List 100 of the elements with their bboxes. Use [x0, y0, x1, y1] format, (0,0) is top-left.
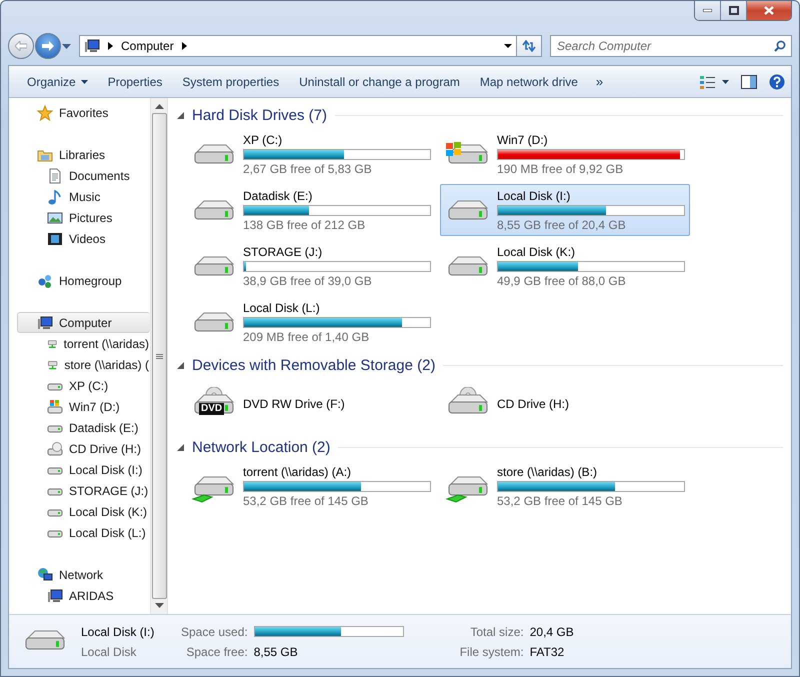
nav-item[interactable]: Pictures	[17, 207, 150, 228]
film-icon	[47, 230, 63, 246]
left-arrow-icon	[15, 41, 27, 51]
maximize-icon	[728, 6, 738, 15]
detail-label: Space used:	[181, 624, 248, 638]
free-space-text: 2,67 GB free of 5,83 GB	[243, 162, 373, 176]
drive-name: Local Disk (I:)	[497, 188, 572, 202]
view-list-icon	[700, 74, 716, 88]
scrollbar[interactable]	[150, 98, 167, 614]
scroll-thumb[interactable]	[152, 113, 166, 599]
free-space-text: 38,9 GB free of 39,0 GB	[243, 274, 373, 288]
search-field[interactable]: Search Computer	[550, 35, 792, 57]
drive-item[interactable]: STORAGE (J:) 38,9 GB free of 39,0 GB	[186, 240, 436, 292]
group-header[interactable]: Devices with Removable Storage (2)	[192, 356, 436, 374]
drive-name: CD Drive (H:)	[497, 397, 569, 411]
nav-item[interactable]: Local Disk (I:)	[17, 459, 150, 480]
drive-item[interactable]: Local Disk (K:) 49,9 GB free of 88,0 GB	[440, 240, 690, 292]
detail-label: Space free:	[185, 644, 248, 658]
nav-item[interactable]: STORAGE (J:)	[17, 480, 150, 501]
group-header[interactable]: Hard Disk Drives (7)	[192, 106, 328, 124]
computer-icon	[47, 588, 63, 604]
toolbar-button[interactable]: Map network drive	[470, 68, 588, 94]
document-icon	[47, 168, 63, 184]
drive-item[interactable]: Local Disk (I:) 8,55 GB free of 20,4 GB	[440, 184, 690, 236]
minimize-button[interactable]	[695, 1, 721, 20]
nav-item[interactable]: torrent (\\aridas)	[17, 333, 150, 354]
homegroup-icon	[37, 272, 53, 288]
drive-name: XP (C:)	[243, 132, 284, 146]
toolbar-button[interactable]: Properties	[98, 68, 172, 94]
forward-button[interactable]	[35, 33, 61, 59]
nav-item[interactable]: Videos	[17, 228, 150, 249]
nav-item[interactable]: Local Disk (L:)	[17, 522, 150, 543]
star-icon	[37, 104, 53, 120]
nav-item[interactable]: Homegroup	[17, 270, 150, 291]
free-space-text: 190 MB free of 9,92 GB	[497, 162, 624, 176]
drive-item[interactable]: Local Disk (L:) 209 MB free of 1,40 GB	[186, 296, 436, 348]
drive-name: Local Disk (L:)	[243, 300, 321, 314]
nav-item[interactable]: XP (C:)	[17, 375, 150, 396]
caret-icon	[80, 80, 88, 84]
close-icon	[764, 6, 774, 15]
toolbar-button[interactable]: System properties	[172, 68, 290, 94]
drive-type: Local Disk	[81, 644, 138, 658]
nav-item[interactable]: Favorites	[17, 102, 150, 123]
refresh-arrows-icon	[522, 40, 536, 52]
picture-icon	[47, 210, 63, 226]
drive-name: Datadisk (E:)	[243, 188, 314, 202]
drive-name: Local Disk (I:)	[81, 624, 156, 638]
nav-item[interactable]: Network	[17, 564, 150, 585]
chevron-icon[interactable]	[182, 42, 187, 50]
dvd-label: DVD	[199, 403, 224, 415]
drive-name: torrent (\\aridas) (A:)	[243, 464, 352, 478]
scroll-up-icon[interactable]	[154, 104, 164, 109]
drive-name: Local Disk (K:)	[497, 244, 576, 258]
help-icon	[769, 74, 785, 90]
address-bar[interactable]: Computer	[79, 35, 517, 57]
caret-icon	[722, 80, 729, 84]
collapse-triangle-icon[interactable]	[177, 362, 184, 368]
computer-icon	[37, 314, 53, 330]
drive-item[interactable]: XP (C:) 2,67 GB free of 5,83 GB	[186, 128, 436, 180]
detail-label: File system:	[460, 644, 524, 658]
more-commands[interactable]: »	[588, 74, 612, 89]
nav-item[interactable]: Documents	[17, 165, 150, 186]
free-space-text: 53,2 GB free of 145 GB	[243, 494, 370, 508]
nav-item[interactable]: ARIDAS	[17, 585, 150, 606]
nav-item[interactable]: Music	[17, 186, 150, 207]
nav-item[interactable]: CD Drive (H:)	[17, 438, 150, 459]
detail-label: Total size:	[469, 624, 524, 638]
nav-item[interactable]: store (\\aridas) (	[17, 354, 150, 375]
nav-item[interactable]: Local Disk (K:)	[17, 501, 150, 522]
drive-item[interactable]: store (\\aridas) (B:) 53,2 GB free of 145 GB	[440, 460, 690, 512]
drive-item[interactable]: Datadisk (E:) 138 GB free of 212 GB	[186, 184, 436, 236]
drive-item[interactable]: DVD DVD RW Drive (F:)	[186, 378, 436, 430]
nav-item[interactable]: Libraries	[17, 144, 150, 165]
drive-item[interactable]: CD Drive (H:)	[440, 378, 690, 430]
nav-item[interactable]: Datadisk (E:)	[17, 417, 150, 438]
drive-item[interactable]: torrent (\\aridas) (A:) 53,2 GB free of 145 GB	[186, 460, 436, 512]
drive-name: Win7 (D:)	[497, 132, 549, 146]
collapse-triangle-icon[interactable]	[177, 444, 184, 450]
toolbar-button[interactable]: Uninstall or change a program	[289, 68, 470, 94]
grip-icon	[156, 354, 162, 358]
toolbar-button[interactable]: Organize	[17, 68, 98, 94]
maximize-button[interactable]	[721, 1, 747, 20]
breadcrumb[interactable]: Computer	[121, 39, 174, 53]
drive-name: STORAGE (J:)	[243, 244, 324, 258]
globe-icon	[37, 566, 53, 582]
group-header[interactable]: Network Location (2)	[192, 438, 330, 456]
back-button[interactable]	[8, 33, 34, 59]
windows-drive-icon	[47, 398, 63, 414]
scroll-down-icon[interactable]	[154, 603, 164, 608]
caret-icon[interactable]	[504, 44, 512, 48]
refresh-button[interactable]	[516, 35, 542, 57]
nav-item[interactable]: Win7 (D:)	[17, 396, 150, 417]
drive-item[interactable]: Win7 (D:) 190 MB free of 9,92 GB	[440, 128, 690, 180]
nav-item[interactable]: Computer	[17, 312, 150, 333]
detail-value: 20,4 GB	[530, 624, 574, 638]
collapse-triangle-icon[interactable]	[177, 112, 184, 118]
chevron-icon[interactable]	[108, 42, 113, 50]
drive-name: DVD RW Drive (F:)	[243, 397, 345, 411]
close-button[interactable]	[747, 1, 791, 20]
free-space-text: 209 MB free of 1,40 GB	[243, 330, 370, 344]
